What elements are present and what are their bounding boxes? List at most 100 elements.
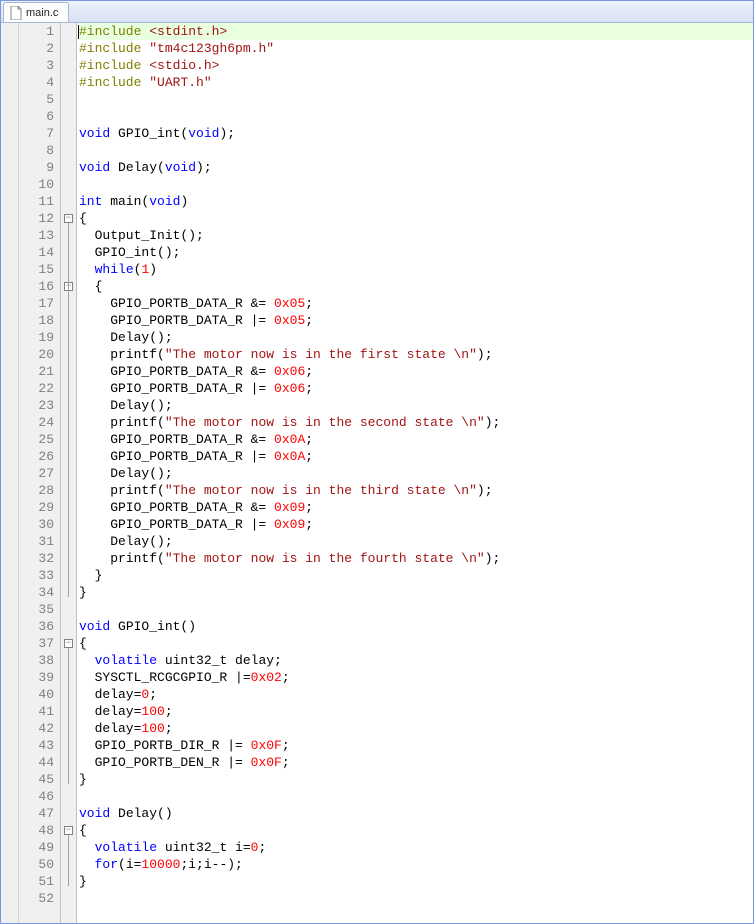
code-line[interactable]: GPIO_PORTB_DEN_R |= 0x0F; bbox=[79, 754, 753, 771]
code-area[interactable]: #include <stdint.h>#include "tm4c123gh6p… bbox=[77, 23, 753, 923]
line-number: 25 bbox=[19, 431, 54, 448]
line-number: 43 bbox=[19, 737, 54, 754]
fold-guide bbox=[68, 291, 69, 580]
line-number: 10 bbox=[19, 176, 54, 193]
line-number: 13 bbox=[19, 227, 54, 244]
line-number: 7 bbox=[19, 125, 54, 142]
code-line[interactable] bbox=[79, 108, 753, 125]
line-number: 12 bbox=[19, 210, 54, 227]
code-line[interactable]: void GPIO_int(void); bbox=[79, 125, 753, 142]
line-number: 3 bbox=[19, 57, 54, 74]
code-line[interactable]: void GPIO_int() bbox=[79, 618, 753, 635]
code-line[interactable] bbox=[79, 788, 753, 805]
tab-main-c[interactable]: main.c bbox=[3, 2, 69, 22]
line-number: 18 bbox=[19, 312, 54, 329]
code-line[interactable]: delay=100; bbox=[79, 703, 753, 720]
code-line[interactable]: printf("The motor now is in the first st… bbox=[79, 346, 753, 363]
line-number: 27 bbox=[19, 465, 54, 482]
line-number: 6 bbox=[19, 108, 54, 125]
code-line[interactable]: Delay(); bbox=[79, 397, 753, 414]
line-number: 9 bbox=[19, 159, 54, 176]
line-number: 21 bbox=[19, 363, 54, 380]
file-icon bbox=[10, 6, 22, 20]
fold-toggle[interactable]: − bbox=[64, 639, 73, 648]
line-number: 31 bbox=[19, 533, 54, 550]
line-number: 24 bbox=[19, 414, 54, 431]
code-line[interactable] bbox=[79, 601, 753, 618]
line-number: 19 bbox=[19, 329, 54, 346]
fold-toggle[interactable]: − bbox=[64, 214, 73, 223]
code-editor[interactable]: 1234567891011121314151617181920212223242… bbox=[1, 23, 753, 923]
code-line[interactable]: #include <stdio.h> bbox=[79, 57, 753, 74]
code-line[interactable]: Output_Init(); bbox=[79, 227, 753, 244]
fold-margin[interactable]: −−−− bbox=[61, 23, 77, 923]
code-line[interactable]: GPIO_PORTB_DATA_R &= 0x0A; bbox=[79, 431, 753, 448]
code-line[interactable]: { bbox=[79, 635, 753, 652]
code-line[interactable]: GPIO_PORTB_DATA_R |= 0x0A; bbox=[79, 448, 753, 465]
code-line[interactable]: printf("The motor now is in the third st… bbox=[79, 482, 753, 499]
line-number: 20 bbox=[19, 346, 54, 363]
code-line[interactable]: Delay(); bbox=[79, 465, 753, 482]
code-line[interactable]: Delay(); bbox=[79, 533, 753, 550]
code-line[interactable]: delay=100; bbox=[79, 720, 753, 737]
line-number: 38 bbox=[19, 652, 54, 669]
line-number-gutter[interactable]: 1234567891011121314151617181920212223242… bbox=[19, 23, 61, 923]
code-line[interactable]: for(i=10000;i;i--); bbox=[79, 856, 753, 873]
code-line[interactable] bbox=[79, 890, 753, 907]
code-line[interactable]: printf("The motor now is in the fourth s… bbox=[79, 550, 753, 567]
code-line[interactable]: GPIO_PORTB_DATA_R &= 0x05; bbox=[79, 295, 753, 312]
code-line[interactable]: #include "UART.h" bbox=[79, 74, 753, 91]
code-line[interactable]: GPIO_PORTB_DATA_R &= 0x09; bbox=[79, 499, 753, 516]
line-number: 41 bbox=[19, 703, 54, 720]
code-line[interactable]: #include <stdint.h> bbox=[79, 23, 753, 40]
code-line[interactable]: while(1) bbox=[79, 261, 753, 278]
code-line[interactable]: } bbox=[79, 567, 753, 584]
line-number: 15 bbox=[19, 261, 54, 278]
line-number: 30 bbox=[19, 516, 54, 533]
line-number: 46 bbox=[19, 788, 54, 805]
code-line[interactable]: GPIO_PORTB_DATA_R |= 0x05; bbox=[79, 312, 753, 329]
code-line[interactable]: } bbox=[79, 771, 753, 788]
line-number: 47 bbox=[19, 805, 54, 822]
code-line[interactable] bbox=[79, 176, 753, 193]
code-line[interactable]: void Delay() bbox=[79, 805, 753, 822]
code-line[interactable]: #include "tm4c123gh6pm.h" bbox=[79, 40, 753, 57]
code-line[interactable]: delay=0; bbox=[79, 686, 753, 703]
code-line[interactable]: } bbox=[79, 584, 753, 601]
code-line[interactable]: GPIO_int(); bbox=[79, 244, 753, 261]
code-line[interactable]: int main(void) bbox=[79, 193, 753, 210]
line-number: 48 bbox=[19, 822, 54, 839]
code-line[interactable] bbox=[79, 142, 753, 159]
line-number: 16 bbox=[19, 278, 54, 295]
fold-toggle[interactable]: − bbox=[64, 826, 73, 835]
code-line[interactable]: volatile uint32_t delay; bbox=[79, 652, 753, 669]
code-line[interactable]: void Delay(void); bbox=[79, 159, 753, 176]
line-number: 49 bbox=[19, 839, 54, 856]
bookmark-margin[interactable] bbox=[1, 23, 19, 923]
code-line[interactable]: SYSCTL_RCGCGPIO_R |=0x02; bbox=[79, 669, 753, 686]
line-number: 8 bbox=[19, 142, 54, 159]
line-number: 34 bbox=[19, 584, 54, 601]
code-line[interactable]: { bbox=[79, 822, 753, 839]
code-line[interactable]: { bbox=[79, 210, 753, 227]
line-number: 50 bbox=[19, 856, 54, 873]
tab-label: main.c bbox=[26, 7, 58, 19]
fold-guide bbox=[68, 648, 69, 784]
line-number: 4 bbox=[19, 74, 54, 91]
code-line[interactable]: GPIO_PORTB_DATA_R |= 0x06; bbox=[79, 380, 753, 397]
code-line[interactable]: GPIO_PORTB_DATA_R &= 0x06; bbox=[79, 363, 753, 380]
line-number: 29 bbox=[19, 499, 54, 516]
line-number: 44 bbox=[19, 754, 54, 771]
line-number: 17 bbox=[19, 295, 54, 312]
line-number: 28 bbox=[19, 482, 54, 499]
code-line[interactable]: printf("The motor now is in the second s… bbox=[79, 414, 753, 431]
code-line[interactable]: volatile uint32_t i=0; bbox=[79, 839, 753, 856]
code-line[interactable]: Delay(); bbox=[79, 329, 753, 346]
line-number: 35 bbox=[19, 601, 54, 618]
code-line[interactable]: GPIO_PORTB_DIR_R |= 0x0F; bbox=[79, 737, 753, 754]
code-line[interactable] bbox=[79, 91, 753, 108]
code-line[interactable]: { bbox=[79, 278, 753, 295]
line-number: 37 bbox=[19, 635, 54, 652]
code-line[interactable]: } bbox=[79, 873, 753, 890]
code-line[interactable]: GPIO_PORTB_DATA_R |= 0x09; bbox=[79, 516, 753, 533]
